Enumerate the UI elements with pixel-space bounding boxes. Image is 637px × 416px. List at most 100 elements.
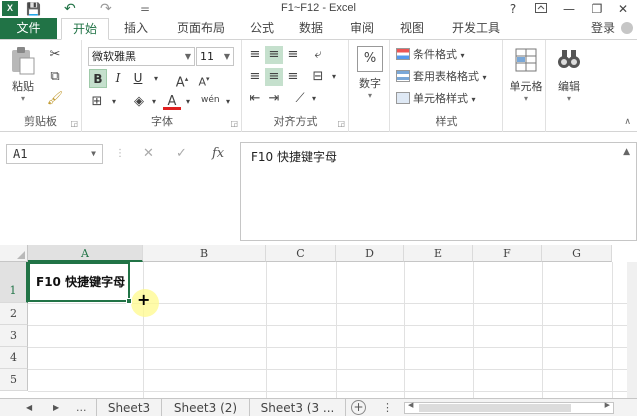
column-header-g[interactable]: G [542,245,612,262]
close-button[interactable]: ✕ [612,0,634,18]
tab-view[interactable]: 视图 [390,18,434,40]
column-header-e[interactable]: E [404,245,473,262]
tab-page-layout[interactable]: 页面布局 [166,18,236,40]
chevron-down-icon[interactable]: ▾ [145,93,163,111]
column-header-a[interactable]: A [28,245,143,262]
row-header-2[interactable]: 2 [0,303,28,325]
gridline [28,325,628,326]
align-middle-icon[interactable]: ≡ [265,46,283,64]
tab-file[interactable]: 文件 [0,18,57,40]
add-sheet-button[interactable]: + [351,400,366,415]
font-name-combo[interactable]: 微软雅黑 ▼ [88,47,195,66]
avatar[interactable] [621,22,633,34]
tab-insert[interactable]: 插入 [114,18,158,40]
chevron-down-icon[interactable]: ▾ [305,90,323,108]
column-header-f[interactable]: F [473,245,542,262]
prev-sheet-icon[interactable]: ◀ [26,399,32,416]
tab-data[interactable]: 数据 [289,18,333,40]
restore-button[interactable]: ❐ [586,0,608,18]
column-header-c[interactable]: C [266,245,336,262]
chevron-down-icon[interactable]: ▾ [219,93,237,111]
next-sheet-icon[interactable]: ▶ [53,399,59,416]
collapse-ribbon-icon[interactable]: ∧ [624,117,631,127]
font-launcher-icon[interactable]: ◲ [230,119,238,128]
decrease-indent-icon[interactable]: ⇤ [246,90,264,108]
tab-formulas[interactable]: 公式 [240,18,284,40]
select-all-button[interactable] [0,245,28,262]
align-right-icon[interactable]: ≡ [284,68,302,86]
help-button[interactable]: ? [502,0,524,18]
cancel-formula-icon[interactable]: ✕ [143,145,154,163]
tab-home[interactable]: 开始 [61,18,109,40]
scroll-right-icon[interactable]: ▶ [605,401,610,409]
chevron-down-icon[interactable]: ▾ [147,70,165,88]
row-header-4[interactable]: 4 [0,347,28,369]
bold-button[interactable]: B [89,69,107,88]
formula-bar: A1 ▼ ⋮ ✕ ✓ fx F10 快捷键字母 ▲ [0,133,637,245]
sheet-tab-sheet3-2[interactable]: Sheet3 (2) [162,399,250,416]
worksheet-grid[interactable]: A B C D E F G 1 2 3 4 5 F10 快捷键字母 + [0,245,637,398]
editing-button[interactable]: 编辑 ▾ [551,46,587,103]
title-bar: X 💾 ↶ ↷ = F1~F12 - Excel ? — ❐ ✕ [0,0,637,18]
formula-input[interactable]: F10 快捷键字母 ▲ [240,142,637,241]
insert-function-icon[interactable]: fx [212,145,224,163]
vertical-scrollbar[interactable] [627,262,637,398]
scroll-left-icon[interactable]: ◀ [408,401,413,409]
name-box[interactable]: A1 ▼ [6,144,103,164]
italic-button[interactable]: I [110,69,126,88]
sheet-tab-sheet3-3[interactable]: Sheet3 (3 ... [250,399,346,416]
align-bottom-icon[interactable]: ≡ [284,46,302,64]
tab-developer[interactable]: 开发工具 [442,18,510,40]
column-header-b[interactable]: B [143,245,266,262]
chevron-down-icon[interactable]: ▾ [325,68,343,86]
phonetic-icon[interactable]: wén [201,91,220,109]
enter-formula-icon[interactable]: ✓ [176,145,187,163]
cell-a1[interactable]: F10 快捷键字母 [28,262,130,302]
border-icon[interactable]: ⊞ [88,93,106,111]
chevron-down-icon[interactable]: ▾ [179,93,197,111]
sheet-tab-sheet3[interactable]: Sheet3 [96,399,162,416]
alignment-launcher-icon[interactable]: ◲ [337,119,345,128]
chevron-down-icon[interactable]: ▾ [105,93,123,111]
number-group: % 数字 ▾ [350,40,390,132]
ribbon-display-icon[interactable] [530,0,552,18]
paste-button[interactable]: 粘贴 ▾ [6,46,40,103]
align-center-icon[interactable]: ≡ [265,68,283,86]
cells-button[interactable]: 单元格 ▾ [506,46,546,103]
row-header-1[interactable]: 1 [0,262,28,303]
horizontal-scrollbar[interactable]: ◀ ▶ [404,401,614,414]
wrap-text-icon[interactable]: ⤶ [309,46,327,64]
table-icon [396,70,410,82]
font-size-combo[interactable]: 11 ▼ [196,47,234,66]
row-header-5[interactable]: 5 [0,369,28,391]
align-left-icon[interactable]: ≡ [246,68,264,86]
clipboard-launcher-icon[interactable]: ◲ [70,119,78,128]
fill-handle[interactable] [126,298,132,304]
scrollbar-thumb[interactable] [419,404,571,412]
gridline [28,391,628,392]
tab-review[interactable]: 审阅 [340,18,384,40]
login-link[interactable]: 登录 [591,18,615,39]
cut-icon[interactable]: ✂ [46,46,64,64]
decrease-font-icon[interactable]: A▾ [195,70,213,89]
gridline [28,347,628,348]
underline-button[interactable]: U [129,69,147,88]
format-painter-icon[interactable]: 🖌 [46,90,64,108]
binoculars-icon [555,46,583,76]
number-format-button[interactable]: % 数字 ▾ [354,46,386,100]
column-header-d[interactable]: D [336,245,404,262]
collapse-formula-bar-icon[interactable]: ▲ [623,147,630,157]
editing-group: 编辑 ▾ [547,40,591,132]
row-header-3[interactable]: 3 [0,325,28,347]
cell-styles-button[interactable]: 单元格样式 ▾ [396,89,476,109]
format-as-table-button[interactable]: 套用表格格式 ▾ [396,67,487,87]
split-grip-icon[interactable]: ⋮ [382,399,393,416]
increase-font-icon[interactable]: A▴ [173,70,191,90]
copy-icon[interactable]: ⧉ [46,68,64,86]
increase-indent-icon[interactable]: ⇥ [265,90,283,108]
cell-style-icon [396,92,410,104]
more-sheets-left[interactable]: ... [76,399,87,416]
conditional-format-button[interactable]: 条件格式 ▾ [396,45,465,65]
minimize-button[interactable]: — [558,0,580,18]
align-top-icon[interactable]: ≡ [246,46,264,64]
